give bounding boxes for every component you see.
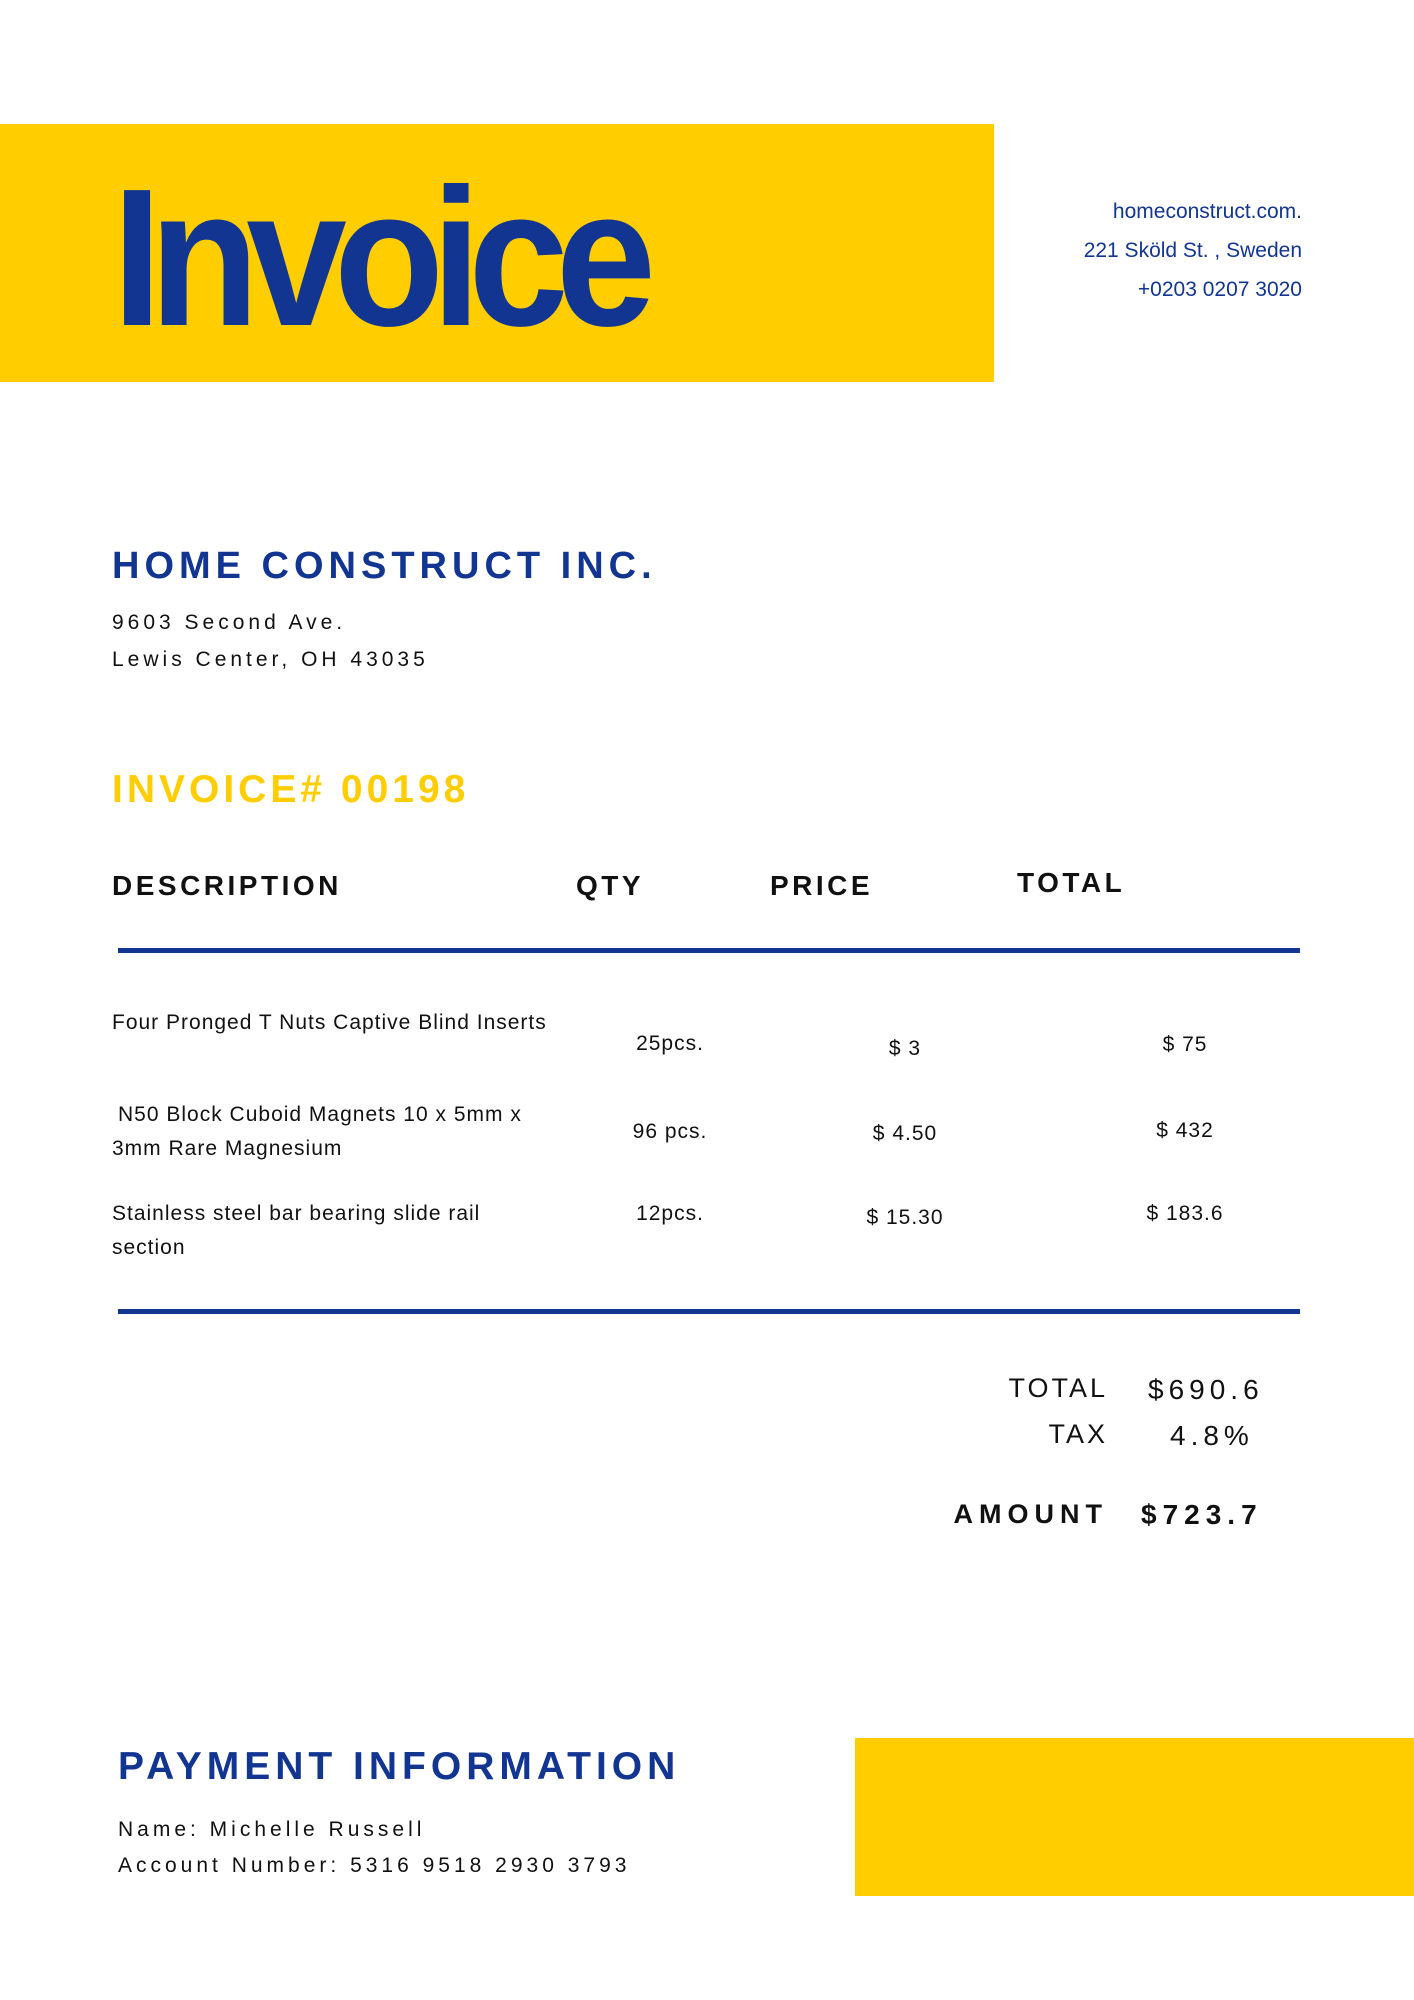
header-description: DESCRIPTION	[112, 870, 342, 901]
table-bottom-rule	[118, 1309, 1300, 1314]
row-description: Four Pronged T Nuts Captive Blind Insert…	[112, 1011, 547, 1034]
company-address-line2: Lewis Center, OH 43035	[112, 648, 429, 671]
company-address-line1: 9603 Second Ave.	[112, 611, 347, 634]
header-price: PRICE	[770, 870, 874, 901]
contact-address: 221 Sköld St. , Sweden	[1083, 239, 1302, 262]
row-price: $ 3	[888, 1037, 922, 1060]
row-price: $ 4.50	[872, 1122, 938, 1145]
table-top-rule	[118, 948, 1300, 953]
payment-account: Account Number: 5316 9518 2930 3793	[118, 1854, 631, 1877]
total-label: TOTAL	[1008, 1373, 1108, 1403]
payment-title: PAYMENT INFORMATION	[118, 1745, 681, 1788]
header-total: TOTAL	[1017, 867, 1126, 898]
footer-accent-block	[855, 1738, 1414, 1896]
row-price: $ 15.30	[866, 1206, 944, 1229]
company-name: HOME CONSTRUCT INC.	[112, 545, 657, 587]
row-total: $ 183.6	[1146, 1202, 1224, 1225]
row-description: N50 Block Cuboid Magnets 10 x 5mm x 3mm …	[112, 1103, 522, 1160]
payment-name: Name: Michelle Russell	[118, 1818, 426, 1841]
row-total: $ 75	[1162, 1033, 1208, 1056]
amount-value: $723.7	[1141, 1499, 1263, 1530]
amount-label: AMOUNT	[953, 1499, 1108, 1529]
row-total: $ 432	[1156, 1119, 1214, 1142]
row-qty: 96 pcs.	[632, 1120, 708, 1143]
row-qty: 12pcs.	[636, 1202, 704, 1225]
invoice-number: INVOICE# 00198	[112, 768, 470, 811]
contact-website: homeconstruct.com.	[1112, 200, 1302, 223]
tax-label: TAX	[1048, 1419, 1108, 1449]
header-qty: QTY	[576, 870, 645, 901]
contact-phone: +0203 0207 3020	[1137, 278, 1302, 301]
total-value: $690.6	[1148, 1374, 1264, 1405]
invoice-title: Invoice	[112, 148, 656, 367]
row-qty: 25pcs.	[636, 1032, 704, 1055]
tax-value: 4.8%	[1170, 1420, 1254, 1451]
row-description: Stainless steel bar bearing slide rail s…	[112, 1202, 481, 1259]
